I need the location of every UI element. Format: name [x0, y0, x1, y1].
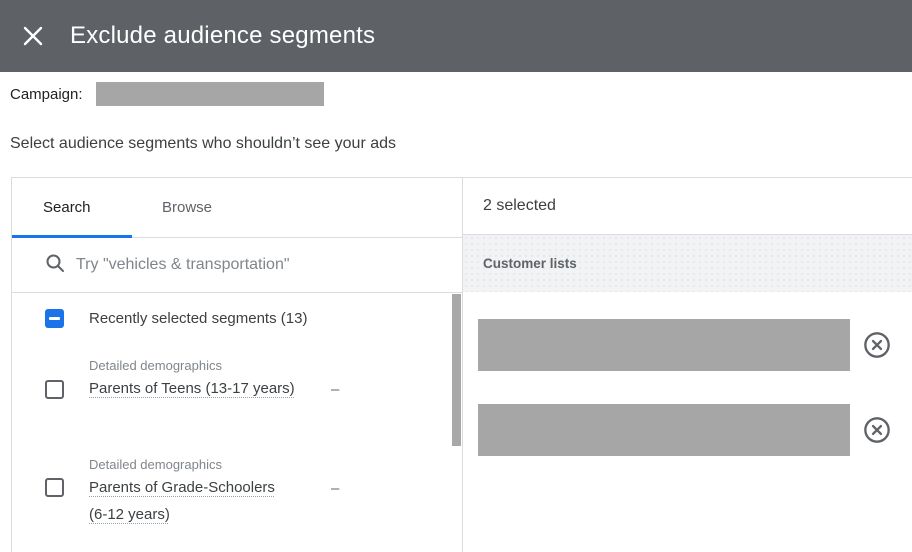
- tab-search[interactable]: Search: [43, 178, 91, 237]
- search-icon: [45, 253, 65, 273]
- segment-category: Detailed demographics: [89, 457, 222, 472]
- selected-count-header: 2 selected: [463, 178, 912, 235]
- campaign-row: Campaign:: [10, 82, 324, 106]
- checkbox-parents-of-grade-schoolers[interactable]: [45, 478, 64, 497]
- dialog-title: Exclude audience segments: [70, 22, 376, 49]
- selected-item: [463, 319, 912, 371]
- remove-selected-button[interactable]: [862, 330, 892, 360]
- close-icon: [22, 25, 44, 47]
- campaign-label: Campaign:: [10, 85, 83, 103]
- segment-category: Detailed demographics: [89, 358, 222, 373]
- close-button[interactable]: [13, 16, 53, 56]
- segment-value: –: [331, 480, 340, 497]
- dialog-header: Exclude audience segments: [0, 0, 912, 72]
- segment-browser-panel: Search Browse Recently selected segments…: [11, 178, 463, 552]
- group-label: Recently selected segments (13): [89, 310, 308, 327]
- tab-bar: Search Browse: [12, 178, 462, 238]
- segment-picker: Search Browse Recently selected segments…: [11, 177, 912, 552]
- selected-count: 2 selected: [483, 197, 556, 214]
- search-input[interactable]: [76, 238, 446, 292]
- remove-circle-icon: [863, 416, 891, 444]
- selected-item-redacted: [478, 404, 850, 456]
- selected-item-redacted: [478, 319, 850, 371]
- instruction-text: Select audience segments who shouldn’t s…: [10, 135, 397, 152]
- campaign-value-redacted: [95, 82, 324, 106]
- checkbox-recently-selected-indeterminate[interactable]: [45, 309, 64, 328]
- remove-selected-button[interactable]: [862, 415, 892, 445]
- segment-value: –: [331, 381, 340, 398]
- tab-browse[interactable]: Browse: [162, 178, 212, 237]
- search-row: [12, 238, 462, 293]
- segment-name: Parents of Grade-Schoolers (6-12 years): [89, 479, 275, 523]
- selected-segments-panel: 2 selected Customer lists: [463, 178, 912, 552]
- selected-item: [463, 404, 912, 456]
- scrollbar-thumb[interactable]: [452, 294, 461, 446]
- section-header-customer-lists: Customer lists: [463, 235, 912, 292]
- segment-name: Parents of Teens (13-17 years): [89, 380, 295, 397]
- remove-circle-icon: [863, 331, 891, 359]
- section-title: Customer lists: [483, 256, 577, 271]
- checkbox-parents-of-teens[interactable]: [45, 380, 64, 399]
